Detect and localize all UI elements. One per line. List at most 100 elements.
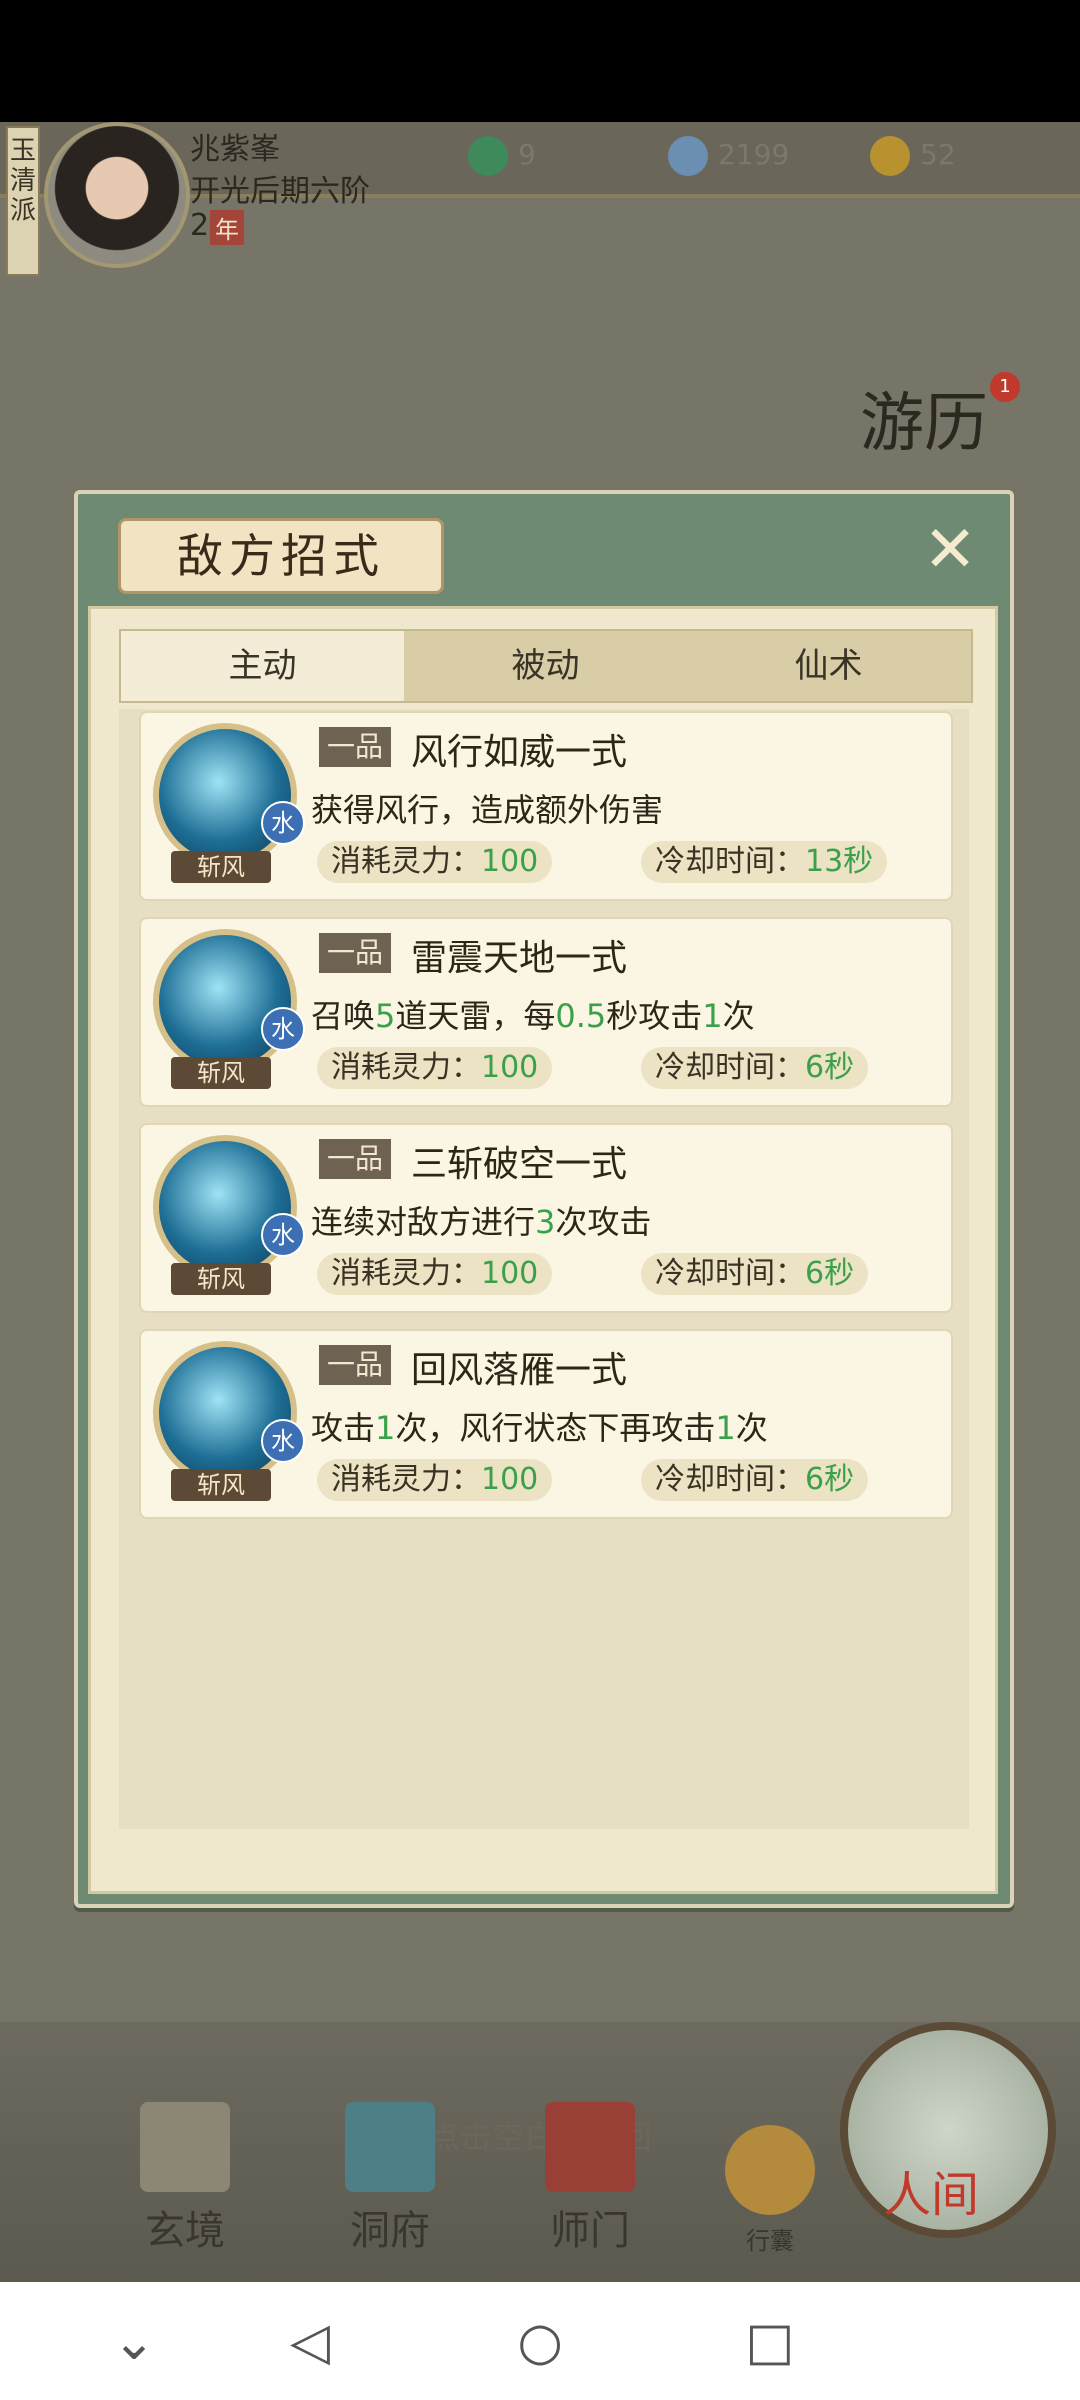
player-year: 2 <box>190 208 210 243</box>
pavilion-icon <box>345 2102 435 2192</box>
tab-active[interactable]: 主动 <box>121 631 404 701</box>
cost-value: 100 <box>481 844 539 879</box>
ingot-resource[interactable]: 52 <box>870 136 956 176</box>
desc-text: 攻击 <box>311 1409 376 1447</box>
cooldown-label: 冷却时间： <box>655 1462 805 1497</box>
desc-text: 次 <box>722 997 755 1035</box>
jade-icon <box>468 136 508 176</box>
sword-skill-icon <box>153 1135 297 1279</box>
skill-card[interactable]: 水 斩风 一品 三斩破空一式 连续对敌方进行3次攻击 消耗灵力：100 冷却时间… <box>139 1123 953 1313</box>
coin-value: 2199 <box>718 138 790 171</box>
sect-label: 玉清派 <box>6 126 40 276</box>
desc-text: 次，风行状态下再攻击 <box>395 1409 716 1447</box>
cooldown-value: 6秒 <box>805 1256 855 1291</box>
nav-dongfu[interactable]: 洞府 <box>320 2102 460 2256</box>
year-unit-badge: 年 <box>210 210 244 245</box>
desc-text: 次 <box>735 1409 768 1447</box>
back-icon[interactable]: ◁ <box>280 2312 340 2372</box>
cost-value: 100 <box>481 1256 539 1291</box>
nav-shimen[interactable]: 师门 <box>520 2102 660 2256</box>
status-bar <box>0 0 1080 122</box>
sword-skill-icon <box>153 723 297 867</box>
cooldown: 冷却时间：6秒 <box>641 1459 869 1501</box>
system-nav-bar: ⌄ ◁ ○ □ <box>0 2282 1080 2400</box>
cost-label: 消耗灵力： <box>331 1050 481 1085</box>
skill-title: 雷震天地一式 <box>411 938 628 979</box>
water-element-badge: 水 <box>261 1007 305 1051</box>
player-avatar[interactable] <box>44 122 190 268</box>
desc-number: 1 <box>715 1409 736 1447</box>
player-rank: 开光后期六阶 <box>190 174 370 209</box>
cost-label: 消耗灵力： <box>331 844 481 879</box>
desc-number: 1 <box>702 997 723 1035</box>
adventure-badge: 1 <box>990 372 1020 402</box>
nav-renjian[interactable]: 人间 <box>840 2022 1056 2238</box>
tab-passive[interactable]: 被动 <box>404 631 687 701</box>
bag-icon <box>725 2125 815 2215</box>
skill-description: 获得风行，造成额外伤害 <box>311 785 663 831</box>
skill-grade: 一品 <box>319 727 392 767</box>
chevron-down-icon[interactable]: ⌄ <box>104 2312 164 2372</box>
skill-grade: 一品 <box>319 1345 392 1385</box>
skill-list: 水 斩风 一品 风行如威一式 获得风行，造成额外伤害 消耗灵力：100 冷却时间… <box>119 709 969 1829</box>
tab-immortal-art[interactable]: 仙术 <box>687 631 970 701</box>
desc-number: 3 <box>535 1203 556 1241</box>
enemy-moves-dialog: 敌方招式 ✕ 主动 被动 仙术 水 斩风 一品 风行如威一式 获得风行，造成额外… <box>74 490 1014 1908</box>
cost-value: 100 <box>481 1050 539 1085</box>
water-element-badge: 水 <box>261 801 305 845</box>
adventure-label: 游历 <box>860 387 988 461</box>
tab-bar: 主动 被动 仙术 <box>119 629 973 703</box>
skill-title: 三斩破空一式 <box>411 1144 628 1185</box>
mana-cost: 消耗灵力：100 <box>317 841 553 883</box>
cooldown: 冷却时间：13秒 <box>641 841 888 883</box>
skill-tag: 斩风 <box>171 1469 271 1501</box>
gold-ingot-icon <box>870 136 910 176</box>
skill-tag: 斩风 <box>171 1057 271 1089</box>
cooldown-label: 冷却时间： <box>655 844 805 879</box>
skill-tag: 斩风 <box>171 1263 271 1295</box>
close-icon[interactable]: ✕ <box>918 518 982 582</box>
ingot-value: 52 <box>920 138 956 171</box>
banner-icon <box>545 2102 635 2192</box>
desc-number: 5 <box>375 997 396 1035</box>
desc-text: 获得风行，造成额外伤害 <box>311 791 664 829</box>
recents-icon[interactable]: □ <box>740 2312 800 2372</box>
skill-card[interactable]: 水 斩风 一品 回风落雁一式 攻击1次，风行状态下再攻击1次 消耗灵力：100 … <box>139 1329 953 1519</box>
cooldown-value: 6秒 <box>805 1050 855 1085</box>
cooldown-label: 冷却时间： <box>655 1050 805 1085</box>
nav-label: 行囊 <box>746 2227 794 2255</box>
nav-label: 洞府 <box>350 2208 430 2254</box>
skill-card[interactable]: 水 斩风 一品 风行如威一式 获得风行，造成额外伤害 消耗灵力：100 冷却时间… <box>139 711 953 901</box>
skill-title: 风行如威一式 <box>411 732 628 773</box>
home-icon[interactable]: ○ <box>510 2312 570 2372</box>
coin-resource[interactable]: 2199 <box>668 136 789 176</box>
skill-grade: 一品 <box>319 933 392 973</box>
nav-xingnang[interactable]: 行囊 <box>700 2125 840 2256</box>
cost-value: 100 <box>481 1462 539 1497</box>
desc-text: 召唤 <box>311 997 376 1035</box>
desc-text: 次攻击 <box>555 1203 652 1241</box>
mana-cost: 消耗灵力：100 <box>317 1047 553 1089</box>
desc-number: 0.5 <box>555 997 607 1035</box>
skill-card[interactable]: 水 斩风 一品 雷震天地一式 召唤5道天雷，每0.5秒攻击1次 消耗灵力：100… <box>139 917 953 1107</box>
player-name: 兆紫峯 <box>190 132 280 167</box>
skill-description: 召唤5道天雷，每0.5秒攻击1次 <box>311 991 755 1037</box>
water-element-badge: 水 <box>261 1419 305 1463</box>
desc-text: 秒攻击 <box>606 997 703 1035</box>
cooldown: 冷却时间：6秒 <box>641 1253 869 1295</box>
skill-description: 攻击1次，风行状态下再攻击1次 <box>311 1403 768 1449</box>
renjian-label: 人间 <box>883 2167 980 2223</box>
coin-icon <box>668 136 708 176</box>
cooldown: 冷却时间：6秒 <box>641 1047 869 1089</box>
nav-xuanjing[interactable]: 玄境 <box>115 2102 255 2256</box>
mana-cost: 消耗灵力：100 <box>317 1253 553 1295</box>
sword-skill-icon <box>153 1341 297 1485</box>
scroll-icon <box>140 2102 230 2192</box>
nav-label: 师门 <box>550 2208 630 2254</box>
cooldown-label: 冷却时间： <box>655 1256 805 1291</box>
desc-text: 连续对敌方进行 <box>311 1203 536 1241</box>
desc-text: 道天雷，每 <box>395 997 556 1035</box>
sword-skill-icon <box>153 929 297 1073</box>
skill-title: 回风落雁一式 <box>411 1350 628 1391</box>
spirit-resource[interactable]: 9 <box>468 136 536 176</box>
